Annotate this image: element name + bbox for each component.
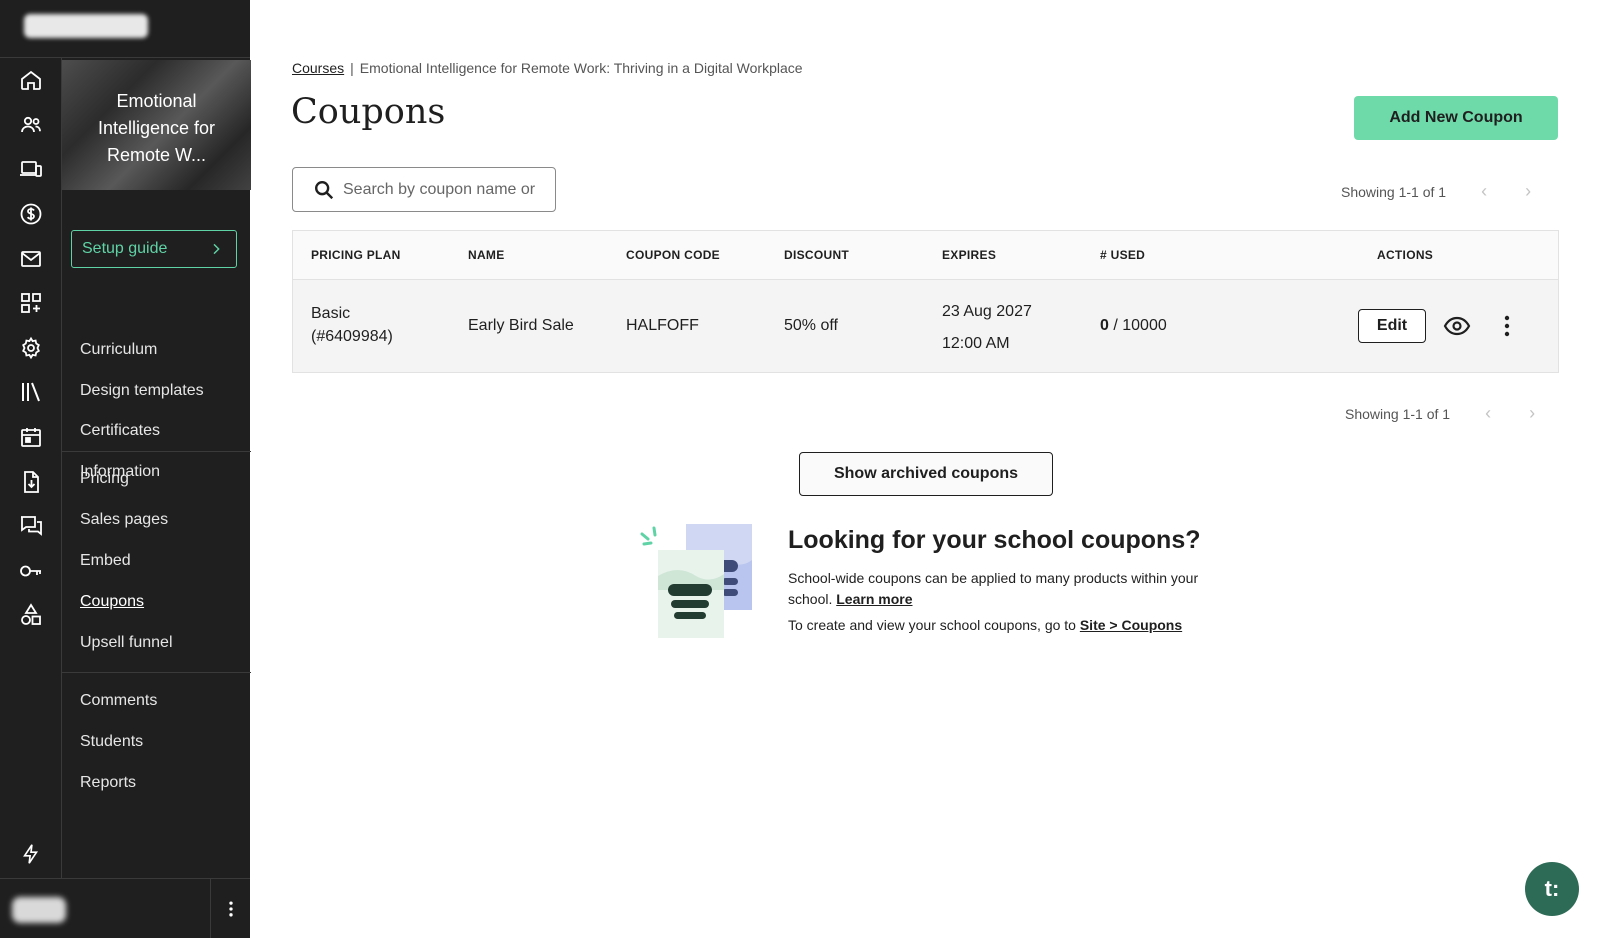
more-options-icon[interactable] (1497, 313, 1517, 339)
nav-item-reports[interactable]: Reports (62, 762, 251, 803)
nav-item-students[interactable]: Students (62, 721, 251, 762)
used-count: 0 (1100, 317, 1109, 334)
chevron-left-icon[interactable]: ‹ (1474, 181, 1494, 202)
pagination-bottom: Showing 1-1 of 1 ‹ › (1345, 403, 1542, 424)
add-new-coupon-button[interactable]: Add New Coupon (1354, 96, 1558, 140)
coupons-table: PRICING PLAN NAME COUPON CODE DISCOUNT E… (292, 230, 1559, 373)
cell-discount: 50% off (784, 317, 838, 334)
coupons-illustration (640, 524, 752, 638)
key-icon[interactable] (0, 549, 61, 594)
school-coupons-description: School-wide coupons can be applied to ma… (788, 568, 1208, 610)
pricing-plan-id: (#6409984) (311, 328, 393, 345)
nav-divider (62, 451, 251, 452)
school-coupons-instructions: To create and view your school coupons, … (788, 617, 1182, 633)
pagination-status: Showing 1-1 of 1 (1345, 405, 1451, 422)
nav-item-embed[interactable]: Embed (62, 540, 251, 581)
mail-icon[interactable] (0, 236, 61, 281)
chat-icon[interactable] (0, 504, 61, 549)
breadcrumb-courses-link[interactable]: Courses (292, 60, 344, 76)
nav-item-certificates[interactable]: Certificates (62, 410, 251, 451)
edit-coupon-button[interactable]: Edit (1358, 309, 1426, 343)
course-thumbnail[interactable]: Emotional Intelligence for Remote W... (62, 60, 251, 190)
expires-time: 12:00 AM (942, 335, 1010, 352)
chevron-right-icon (213, 243, 220, 255)
search-icon (315, 180, 334, 199)
users-icon[interactable] (0, 103, 61, 148)
chat-launcher-button[interactable]: t: (1525, 862, 1579, 916)
nav-item-design-templates[interactable]: Design templates (62, 370, 251, 411)
chevron-right-icon[interactable]: › (1518, 181, 1538, 202)
breadcrumb: Courses | Emotional Intelligence for Rem… (292, 60, 803, 76)
site-coupons-link[interactable]: Site > Coupons (1080, 617, 1182, 633)
table-header: PRICING PLAN NAME COUPON CODE DISCOUNT E… (293, 231, 1558, 280)
column-header-pricing-plan[interactable]: PRICING PLAN (311, 248, 401, 262)
setup-guide-button[interactable]: Setup guide (71, 230, 237, 268)
devices-icon[interactable] (0, 147, 61, 192)
library-icon[interactable] (0, 370, 61, 415)
nav-item-upsell-funnel[interactable]: Upsell funnel (62, 622, 251, 663)
chevron-left-icon[interactable]: ‹ (1478, 403, 1498, 424)
nav-item-coupons[interactable]: Coupons (62, 581, 251, 622)
dollar-icon[interactable] (0, 192, 61, 237)
bolt-icon[interactable] (0, 832, 61, 876)
nav-item-sales-pages[interactable]: Sales pages (62, 499, 251, 540)
cell-used: 0 / 10000 (1100, 314, 1167, 337)
avatar[interactable] (12, 897, 66, 923)
apps-icon[interactable] (0, 281, 61, 326)
column-header-name[interactable]: NAME (468, 248, 505, 262)
column-header-actions: ACTIONS (1377, 248, 1434, 262)
search-box[interactable] (292, 167, 556, 212)
setup-guide-label: Setup guide (82, 240, 168, 257)
icon-rail (0, 58, 61, 878)
learn-more-link[interactable]: Learn more (836, 591, 912, 607)
eye-icon[interactable] (1443, 313, 1471, 339)
nav-item-pricing[interactable]: Pricing (62, 458, 251, 499)
column-header-expires[interactable]: EXPIRES (942, 248, 996, 262)
column-header-used[interactable]: # USED (1100, 248, 1145, 262)
school-logo-bar (0, 0, 250, 58)
breadcrumb-separator: | (350, 60, 354, 76)
column-header-discount[interactable]: DISCOUNT (784, 248, 849, 262)
chevron-right-icon[interactable]: › (1522, 403, 1542, 424)
cell-coupon-code: HALFOFF (626, 317, 699, 334)
settings-icon[interactable] (0, 326, 61, 371)
used-limit: / 10000 (1108, 317, 1167, 334)
breadcrumb-current: Emotional Intelligence for Remote Work: … (359, 60, 803, 76)
expires-date: 23 Aug 2027 (942, 303, 1032, 320)
search-input[interactable] (343, 180, 543, 199)
page-title: Coupons (291, 92, 446, 132)
home-icon[interactable] (0, 58, 61, 103)
show-archived-coupons-button[interactable]: Show archived coupons (799, 452, 1053, 496)
kebab-menu-icon[interactable] (218, 893, 244, 925)
cell-coupon-name: Early Bird Sale (468, 317, 574, 334)
school-logo[interactable] (24, 14, 148, 38)
main-content: Courses | Emotional Intelligence for Rem… (250, 0, 1600, 938)
course-thumbnail-title: Emotional Intelligence for Remote W... (97, 91, 216, 165)
pagination-status: Showing 1-1 of 1 (1341, 183, 1447, 200)
chat-launcher-label: t: (1544, 876, 1560, 901)
pagination-top: Showing 1-1 of 1 ‹ › (1341, 181, 1538, 202)
pricing-plan-name: Basic (311, 305, 351, 322)
shapes-icon[interactable] (0, 593, 61, 638)
course-sidebar: Emotional Intelligence for Remote W... S… (61, 58, 251, 878)
school-coupons-instructions-text: To create and view your school coupons, … (788, 617, 1076, 633)
nav-item-comments[interactable]: Comments (62, 680, 251, 721)
nav-divider (62, 672, 251, 673)
nav-item-curriculum[interactable]: Curriculum (62, 329, 251, 370)
cell-expires: 23 Aug 2027 12:00 AM (942, 296, 1032, 360)
download-doc-icon[interactable] (0, 459, 61, 504)
account-bar (0, 878, 250, 938)
cell-pricing-plan: Basic (#6409984) (311, 302, 393, 348)
school-coupons-heading: Looking for your school coupons? (788, 526, 1201, 554)
table-row: Basic (#6409984) Early Bird Sale HALFOFF… (293, 280, 1558, 372)
calendar-icon[interactable] (0, 415, 61, 460)
column-header-coupon-code[interactable]: COUPON CODE (626, 248, 720, 262)
